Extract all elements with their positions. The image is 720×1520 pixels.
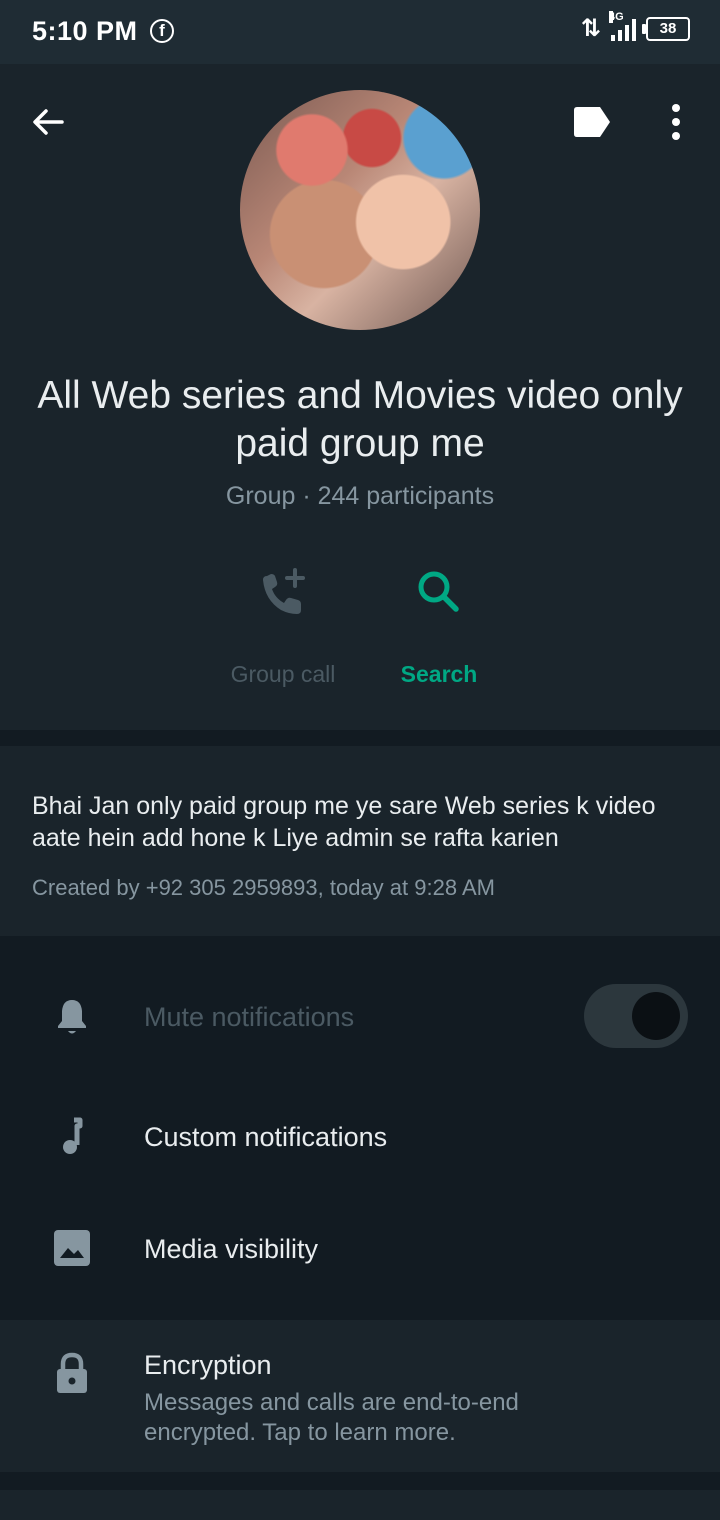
- custom-notifications-row[interactable]: Custom notifications: [0, 1088, 720, 1188]
- status-time: 5:10 PM: [32, 16, 138, 46]
- signal-icon: 4G: [609, 10, 636, 41]
- group-subtitle: Group · 244 participants: [225, 482, 495, 510]
- label-icon: [574, 107, 610, 137]
- lock-icon: [57, 1352, 87, 1393]
- bell-icon: [58, 1000, 86, 1034]
- encryption-description: Messages and calls are end-to-end encryp…: [144, 1389, 519, 1446]
- label-button[interactable]: [570, 102, 614, 142]
- encryption-title: Encryption: [144, 1350, 272, 1380]
- description-text: Bhai Jan only paid group me ye sare Web …: [32, 792, 656, 852]
- media-visibility-label: Media visibility: [144, 1234, 319, 1264]
- media-visibility-row[interactable]: Media visibility: [0, 1200, 720, 1300]
- image-icon: [54, 1230, 90, 1266]
- status-right: ⇅ 4G 38: [580, 10, 690, 43]
- group-description[interactable]: Bhai Jan only paid group me ye sare Web …: [0, 746, 720, 936]
- more-vertical-icon: [672, 104, 680, 140]
- battery-icon: 38: [642, 16, 690, 41]
- status-bar: 5:10 PM f ⇅ 4G 38: [0, 0, 720, 64]
- created-by: Created by +92 305 2959893, today at 9:2…: [32, 875, 495, 900]
- next-section: [0, 1490, 720, 1520]
- mute-notifications-label: Mute notifications: [144, 1002, 355, 1032]
- encryption-row[interactable]: Encryption Messages and calls are end-to…: [0, 1320, 720, 1472]
- group-info-header: All Web series and Movies video only pai…: [0, 64, 720, 730]
- group-call-label: Group call: [230, 661, 336, 687]
- phone-add-icon: [263, 568, 305, 614]
- data-transfer-icon: ⇅: [580, 15, 601, 42]
- mute-toggle[interactable]: [584, 984, 688, 1048]
- arrow-left-icon: [33, 109, 64, 135]
- notification-settings: Mute notifications Custom notifications …: [0, 952, 720, 1304]
- search-button[interactable]: Search: [364, 564, 514, 688]
- group-name: All Web series and Movies video only pai…: [37, 374, 683, 465]
- network-type: 4G: [609, 10, 624, 23]
- custom-notifications-label: Custom notifications: [144, 1122, 388, 1152]
- mute-notifications-row[interactable]: Mute notifications: [0, 968, 720, 1068]
- search-icon: [418, 571, 459, 612]
- group-call-button[interactable]: Group call: [208, 564, 358, 688]
- battery-level: 38: [659, 19, 677, 37]
- facebook-icon: f: [150, 19, 174, 43]
- group-avatar[interactable]: [240, 90, 480, 330]
- search-label: Search: [400, 661, 478, 687]
- music-note-icon: [63, 1117, 83, 1154]
- toggle-knob: [632, 992, 680, 1040]
- more-options-button[interactable]: [660, 100, 692, 144]
- back-button[interactable]: [26, 100, 70, 144]
